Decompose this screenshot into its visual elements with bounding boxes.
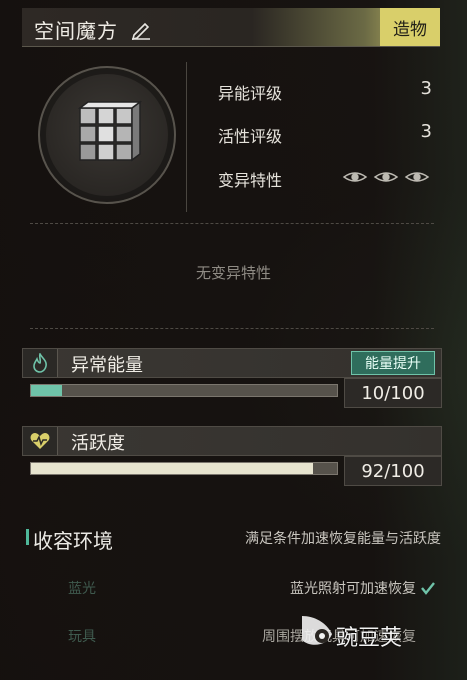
energy-bar-block: 异常能量 能量提升 10/100 [22,348,442,408]
energy-header: 异常能量 能量提升 [22,348,442,378]
attr-value: 3 [420,121,432,142]
containment-title: 收容环境 [33,529,113,553]
heartbeat-icon [30,433,50,449]
watermark-text: 豌豆荚 [336,626,403,651]
attr-ability-rating: 异能评级 3 [218,78,432,103]
attr-activity-rating: 活性评级 3 [218,121,432,146]
containment-hint: 满足条件加速恢复能量与活跃度 [245,531,441,547]
portrait-divider [186,62,187,212]
activity-title: 活跃度 [71,433,125,454]
divider-top [30,223,434,224]
check-icon [421,582,435,595]
attr-label: 变异特性 [218,171,283,190]
attr-mutation: 变异特性 [218,165,432,190]
category-tag: 造物 [380,8,440,46]
divider-bottom [30,328,434,329]
watermark-logo-icon [302,616,332,645]
attr-label: 异能评级 [218,84,283,103]
activity-icon-box [23,427,58,455]
mutation-eye-icons [342,172,430,182]
item-portrait [38,66,176,204]
attr-label: 活性评级 [218,127,283,146]
energy-progress-track [30,384,338,397]
flame-icon [33,353,47,373]
no-mutation-text: 无变异特性 [195,264,271,282]
env-label: 蓝光 [68,581,96,597]
item-header: 空间魔方 造物 [22,8,440,47]
attr-value: 3 [420,78,432,99]
env-row-bluelight: 蓝光 蓝光照射可加速恢复 [40,576,440,600]
activity-value: 92/100 [344,456,442,486]
energy-title: 异常能量 [71,355,143,376]
section-marker [26,529,29,545]
energy-value: 10/100 [344,378,442,408]
activity-progress-fill [31,463,313,474]
rubiks-cube-icon [77,100,143,162]
activity-header: 活跃度 [22,426,442,456]
env-desc: 蓝光照射可加速恢复 [290,581,416,597]
activity-progress-track [30,462,338,475]
activity-bar-block: 活跃度 92/100 [22,426,442,486]
energy-icon-box [23,349,58,377]
edit-pencil-icon[interactable] [130,18,152,40]
energy-boost-button[interactable]: 能量提升 [351,351,435,375]
env-label: 玩具 [68,629,96,645]
energy-progress-fill [31,385,62,396]
item-name: 空间魔方 [34,19,118,43]
